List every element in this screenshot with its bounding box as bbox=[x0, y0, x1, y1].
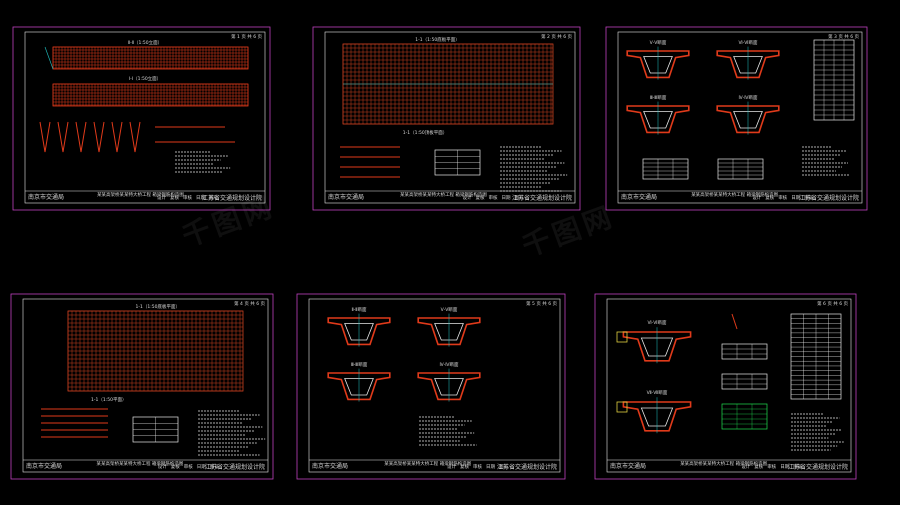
rebar-detail bbox=[93, 121, 105, 153]
view-label: Ⅳ-Ⅳ断面 bbox=[739, 94, 758, 101]
sheet-2: 第 2 页 共 6 页南京市交通局 某某高架桥某某特大桥工程 箱梁钢筋构造图设计复… bbox=[312, 26, 581, 211]
sheet-6: 第 6 页 共 6 页南京市交通局 某某高架桥某某特大桥工程 箱梁钢筋构造图设计复… bbox=[594, 293, 857, 480]
title-role: 设计 bbox=[447, 463, 456, 470]
title-mid: 某某高架桥某某特大桥工程 箱梁钢筋构造图 bbox=[384, 460, 471, 467]
rebar-detail bbox=[75, 121, 87, 153]
title-role: 复核 bbox=[476, 194, 485, 201]
title-right: 江苏省交通规划设计院 bbox=[202, 194, 262, 202]
view-label: Ⅴ-Ⅴ断面 bbox=[441, 306, 458, 313]
title-role: 复核 bbox=[460, 463, 469, 470]
view-label: Ⅱ-Ⅱ（1:50立面） bbox=[128, 39, 162, 46]
view-label: 1-1（1:50底板平面） bbox=[415, 36, 459, 43]
view-label: Ⅵ-Ⅵ断面 bbox=[648, 319, 667, 326]
sheet-5: 第 5 页 共 6 页南京市交通局 某某高架桥某某特大桥工程 箱梁钢筋构造图设计复… bbox=[296, 293, 566, 480]
page-label: 第 5 页 共 6 页 bbox=[526, 300, 557, 307]
view-label: Ⅶ-Ⅶ断面 bbox=[647, 389, 668, 396]
sheets-layer: 第 1 页 共 6 页南京市交通局 某某高架桥某某特大桥工程 箱梁钢筋构造图设计复… bbox=[10, 26, 868, 480]
title-role: 复核 bbox=[170, 194, 179, 201]
page-label: 第 4 页 共 6 页 bbox=[234, 300, 265, 307]
view-label: Ⅳ-Ⅳ断面 bbox=[440, 361, 459, 368]
rebar-detail bbox=[731, 313, 738, 330]
page-label: 第 1 页 共 6 页 bbox=[231, 33, 262, 40]
view-label: Ⅱ-Ⅱ断面 bbox=[351, 306, 367, 313]
dimension-line bbox=[44, 46, 54, 70]
title-role: 复核 bbox=[754, 463, 763, 470]
title-role: 设计 bbox=[157, 194, 166, 201]
title-role: 复核 bbox=[765, 194, 774, 201]
rebar-detail bbox=[57, 121, 69, 153]
inner-frame bbox=[308, 298, 561, 473]
title-left: 南京市交通局 bbox=[328, 193, 364, 201]
view-label: 1-1（1:50平面） bbox=[91, 397, 126, 403]
data-table bbox=[717, 158, 764, 180]
view-label: Ⅲ-Ⅲ断面 bbox=[650, 94, 667, 101]
rebar-detail bbox=[39, 121, 51, 153]
title-role: 审核 bbox=[778, 194, 787, 201]
title-role: 复核 bbox=[171, 463, 180, 470]
rebar-outline bbox=[52, 46, 249, 70]
title-role: 审核 bbox=[184, 463, 193, 470]
title-mid: 某某高架桥某某特大桥工程 箱梁钢筋构造图 bbox=[400, 191, 487, 198]
title-role: 设计 bbox=[752, 194, 761, 201]
view-label: Ⅵ-Ⅵ断面 bbox=[739, 39, 758, 46]
title-right: 江苏省交通规划设计院 bbox=[799, 194, 859, 202]
inner-frame bbox=[606, 298, 852, 473]
title-right: 江苏省交通规划设计院 bbox=[205, 463, 265, 471]
sheet-border bbox=[312, 26, 581, 211]
page-label: 第 2 页 共 6 页 bbox=[541, 33, 572, 40]
view-label: Ⅲ-Ⅲ断面 bbox=[351, 361, 368, 368]
title-left: 南京市交通局 bbox=[312, 462, 348, 470]
title-role: 设计 bbox=[463, 194, 472, 201]
page-label: 第 3 页 共 6 页 bbox=[828, 33, 859, 40]
view-label: 1-1（1:50底板平面） bbox=[136, 303, 180, 310]
title-role: 审核 bbox=[473, 463, 482, 470]
title-role: 设计 bbox=[741, 463, 750, 470]
data-table bbox=[721, 343, 768, 360]
sheet-border bbox=[594, 293, 857, 480]
data-table bbox=[721, 373, 768, 390]
title-right: 江苏省交通规划设计院 bbox=[512, 194, 572, 202]
sheet-border bbox=[10, 293, 274, 480]
inner-frame bbox=[22, 298, 269, 473]
view-label: 1-1（1:50顶板平面） bbox=[403, 129, 447, 136]
sheet-border bbox=[12, 26, 271, 211]
title-left: 南京市交通局 bbox=[26, 462, 62, 470]
cad-drawing-canvas: 千图网 千图网 第 1 页 共 6 页南京市交通局 某某高架桥某某特大桥工程 箱梁… bbox=[0, 0, 900, 505]
title-role: 日期 bbox=[502, 195, 511, 201]
title-role: 审核 bbox=[489, 194, 498, 201]
inner-frame bbox=[24, 31, 266, 204]
title-role: 审核 bbox=[767, 463, 776, 470]
title-right: 江苏省交通规划设计院 bbox=[788, 463, 848, 471]
data-table bbox=[721, 403, 768, 430]
title-role: 设计 bbox=[158, 463, 167, 470]
view-label: Ⅴ-Ⅴ断面 bbox=[650, 39, 667, 46]
rebar-detail bbox=[111, 121, 123, 153]
title-left: 南京市交通局 bbox=[610, 462, 646, 470]
view-label: Ⅰ-Ⅰ（1:50立面） bbox=[129, 75, 161, 82]
page-label: 第 6 页 共 6 页 bbox=[817, 300, 848, 307]
sheet-border bbox=[296, 293, 566, 480]
inner-frame bbox=[617, 31, 863, 204]
title-left: 南京市交通局 bbox=[28, 193, 64, 201]
data-table bbox=[642, 158, 689, 180]
sheet-3: 第 3 页 共 6 页南京市交通局 某某高架桥某某特大桥工程 箱梁钢筋构造图设计复… bbox=[605, 26, 868, 211]
title-role: 日期 bbox=[486, 464, 495, 470]
title-right: 江苏省交通规划设计院 bbox=[497, 463, 557, 471]
sheet-1: 第 1 页 共 6 页南京市交通局 某某高架桥某某特大桥工程 箱梁钢筋构造图设计复… bbox=[12, 26, 271, 211]
title-left: 南京市交通局 bbox=[621, 193, 657, 201]
rebar-detail bbox=[129, 121, 141, 153]
rebar-outline bbox=[52, 83, 249, 107]
sheet-4: 第 4 页 共 6 页南京市交通局 某某高架桥某某特大桥工程 箱梁钢筋构造图设计复… bbox=[10, 293, 274, 480]
title-role: 审核 bbox=[183, 194, 192, 201]
